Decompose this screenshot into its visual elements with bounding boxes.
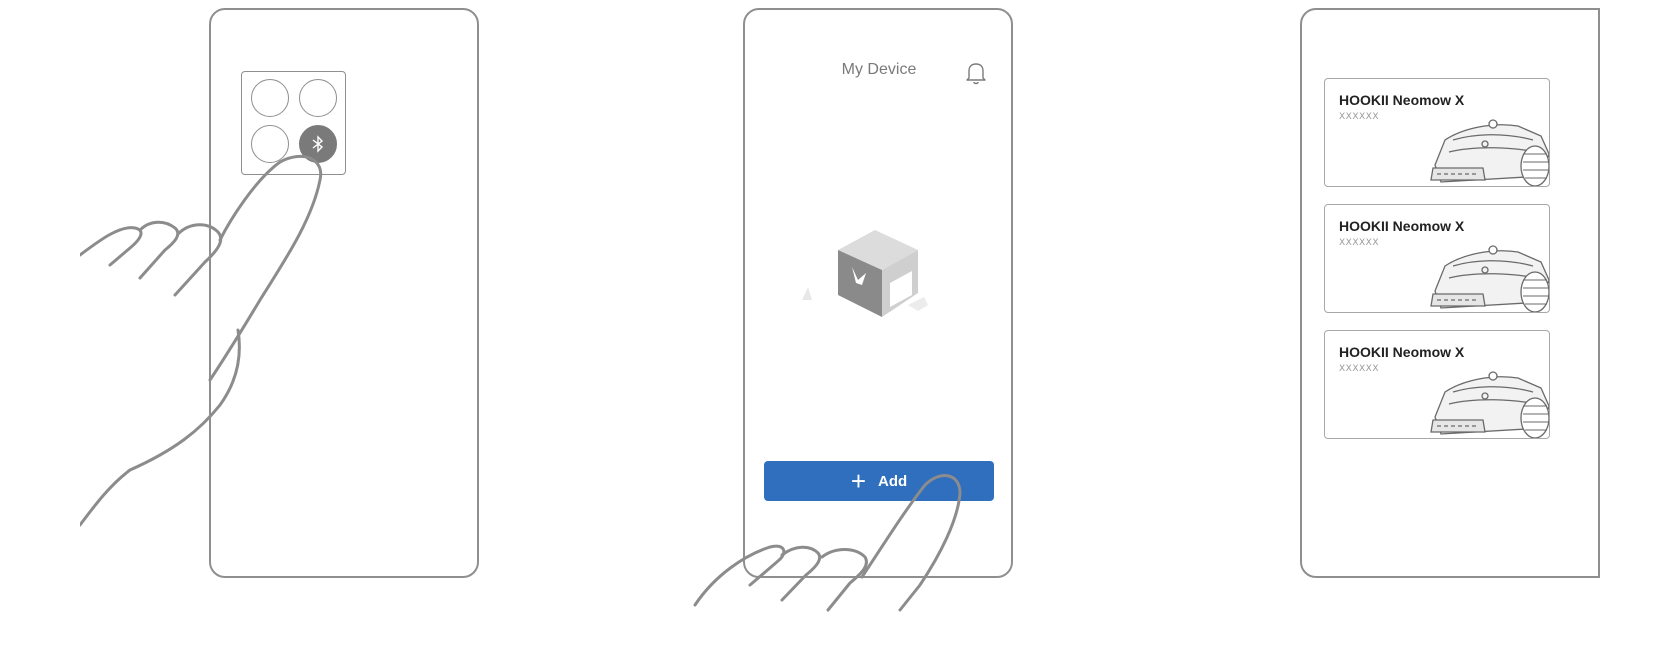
device-name: HOOKII Neomow X	[1339, 218, 1465, 234]
bell-icon[interactable]	[965, 61, 987, 85]
device-subtitle: XXXXXX	[1339, 238, 1379, 248]
device-card[interactable]: HOOKII Neomow X XXXXXX	[1324, 78, 1550, 187]
device-subtitle: XXXXXX	[1339, 364, 1379, 374]
device-card[interactable]: HOOKII Neomow X XXXXXX	[1324, 204, 1550, 313]
mower-image	[1430, 371, 1549, 438]
mower-image	[1430, 119, 1549, 186]
device-name: HOOKII Neomow X	[1339, 92, 1465, 108]
device-card[interactable]: HOOKII Neomow X XXXXXX	[1324, 330, 1550, 439]
device-list-screen: HOOKII Neomow X XXXXXX HOOKII Neomow X X…	[1300, 8, 1600, 578]
hand-illustration-1	[80, 154, 323, 527]
page-title: My Device	[841, 61, 917, 78]
device-subtitle: XXXXXX	[1339, 112, 1379, 122]
key-1[interactable]	[251, 79, 289, 117]
mower-image	[1430, 245, 1549, 312]
hand-illustration-2	[693, 474, 962, 612]
empty-device-illustration	[802, 230, 928, 317]
device-name: HOOKII Neomow X	[1339, 344, 1465, 360]
key-2[interactable]	[299, 79, 337, 117]
